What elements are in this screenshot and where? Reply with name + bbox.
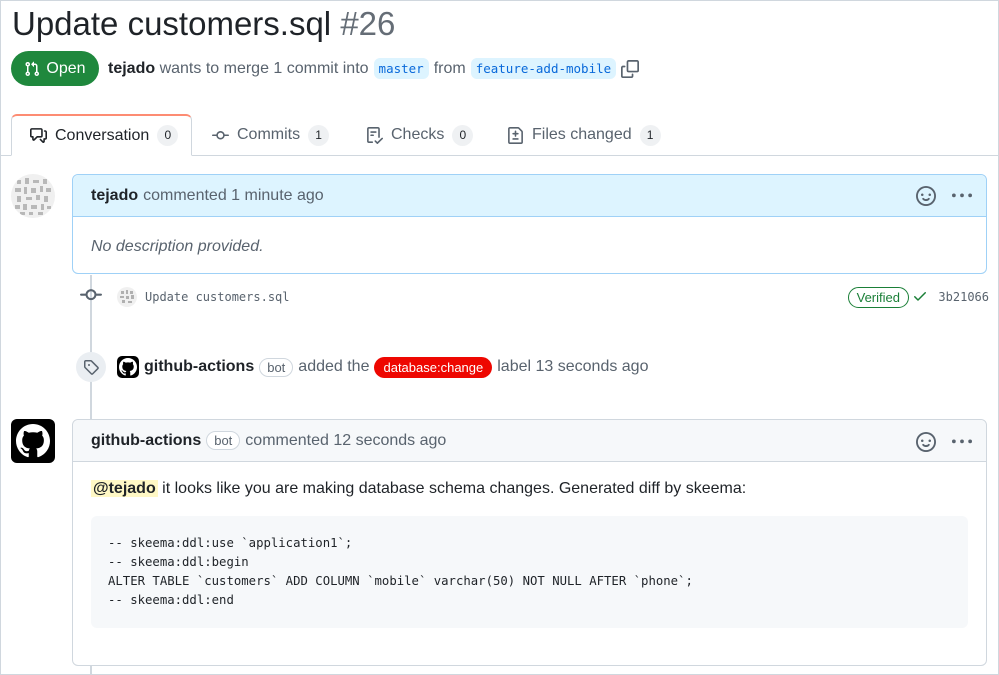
merge-text: wants to merge 1 commit into (159, 59, 369, 77)
head-branch[interactable]: feature-add-mobile (470, 58, 617, 79)
user-mention[interactable]: @tejado (91, 480, 158, 497)
comment-timestamp[interactable]: commented 1 minute ago (143, 187, 324, 205)
label-event: github-actions bot added the database:ch… (76, 352, 648, 382)
kebab-horizontal-icon[interactable] (952, 186, 972, 206)
tab-label: Conversation (55, 126, 150, 144)
comment-actions (916, 432, 972, 452)
pull-request-icon (25, 61, 40, 76)
pr-author-link[interactable]: tejado (108, 60, 155, 78)
tab-label: Commits (237, 126, 301, 143)
timeline-rail-bottom (90, 665, 92, 675)
commit-event: Update customers.sql Verified 3b21066 (80, 283, 989, 311)
github-logo-icon (16, 424, 50, 458)
comment-body: @tejado it looks like you are making dat… (73, 462, 986, 646)
tab-files-changed[interactable]: Files changed 1 (507, 114, 661, 156)
kebab-horizontal-icon[interactable] (952, 432, 972, 452)
tag-icon (76, 352, 106, 382)
smiley-icon[interactable] (916, 186, 936, 206)
check-icon (912, 288, 928, 309)
label-pill[interactable]: database:change (374, 356, 493, 378)
event-actor-link[interactable]: github-actions (144, 358, 254, 376)
tab-count: 0 (157, 125, 179, 146)
tab-commits[interactable]: Commits 1 (212, 114, 330, 156)
comment-text: it looks like you are making database sc… (157, 480, 747, 497)
comment-header: tejado commented 1 minute ago (73, 175, 986, 217)
comment-timestamp[interactable]: commented 12 seconds ago (245, 432, 446, 450)
git-commit-icon (80, 284, 102, 311)
event-text-post: label 13 seconds ago (497, 358, 649, 375)
github-logo-icon[interactable] (117, 356, 139, 378)
tab-label: Checks (391, 126, 445, 143)
tab-conversation[interactable]: Conversation 0 (11, 114, 192, 156)
tab-count: 1 (639, 124, 661, 146)
event-text-pre: added the (298, 358, 370, 375)
commit-author-avatar[interactable] (117, 287, 137, 307)
comment-body: No description provided. (91, 238, 264, 255)
tab-count: 1 (308, 124, 330, 146)
comment-author[interactable]: tejado (91, 187, 138, 205)
verified-badge[interactable]: Verified (847, 287, 909, 308)
comment-author[interactable]: github-actions (91, 432, 201, 450)
comment-paragraph: @tejado it looks like you are making dat… (91, 480, 968, 498)
checklist-icon (367, 126, 383, 144)
pr-number: #26 (340, 5, 396, 42)
commit-sha-link[interactable]: 3b21066 (938, 290, 989, 304)
git-commit-icon (212, 130, 229, 139)
smiley-icon[interactable] (916, 432, 936, 452)
commit-message-link[interactable]: Update customers.sql (145, 290, 290, 304)
pr-meta: tejado wants to merge 1 commit into mast… (108, 58, 640, 79)
bot-badge: bot (259, 357, 294, 377)
pr-state-label: Open (46, 59, 86, 77)
comment-box: tejado commented 1 minute ago No descrip… (72, 174, 987, 274)
comment-header: github-actions bot commented 12 seconds … (73, 420, 986, 462)
github-actions-avatar[interactable] (11, 419, 55, 463)
pr-state-badge: Open (11, 51, 99, 86)
comment-actions (916, 186, 972, 206)
tab-label: Files changed (532, 126, 632, 143)
pr-title: Update customers.sql #26 (12, 4, 395, 44)
bot-badge: bot (206, 431, 241, 450)
comment-discussion-icon (30, 128, 47, 143)
code-block: -- skeema:ddl:use `application1`; -- ske… (91, 516, 968, 628)
tab-checks[interactable]: Checks 0 (366, 114, 474, 156)
copy-icon[interactable] (621, 59, 640, 78)
from-text: from (433, 59, 466, 77)
pr-title-text: Update customers.sql (12, 5, 332, 42)
file-diff-icon (508, 126, 523, 144)
base-branch[interactable]: master (373, 58, 429, 79)
comment-box: github-actions bot commented 12 seconds … (72, 419, 987, 666)
avatar[interactable] (11, 174, 55, 218)
tab-count: 0 (452, 124, 474, 146)
